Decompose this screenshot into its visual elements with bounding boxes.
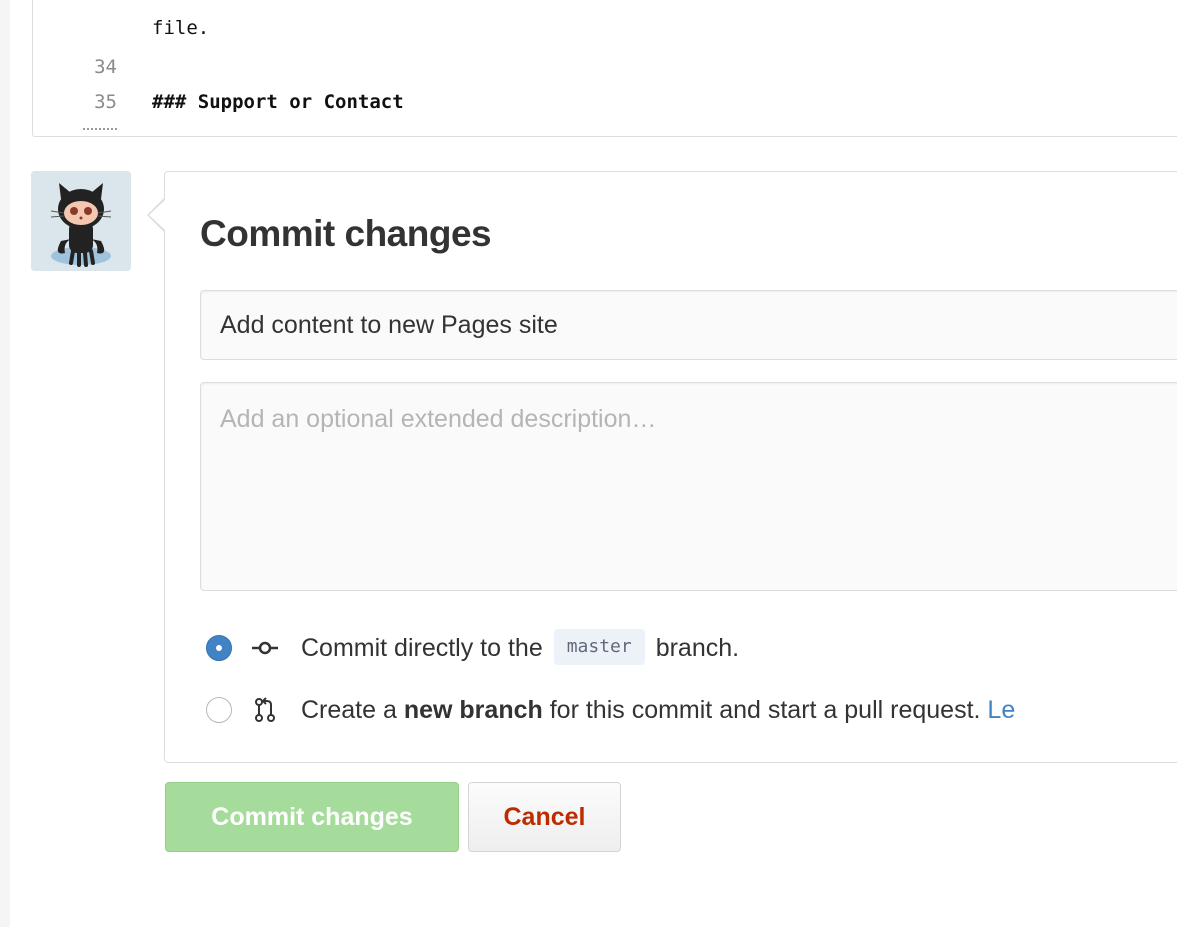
cancel-button[interactable]: Cancel — [468, 782, 621, 852]
line-number: 34 — [94, 56, 117, 78]
git-commit-icon — [252, 641, 278, 655]
git-pull-request-icon — [255, 697, 275, 722]
code-line: 35 ### Support or Contact — [33, 84, 1177, 120]
commit-direct-label: Commit directly to the master branch. — [301, 628, 739, 668]
commit-direct-suffix: branch. — [655, 634, 740, 662]
page-gutter — [0, 0, 10, 927]
commit-title: Commit changes — [200, 213, 492, 254]
commit-direct-radio[interactable] — [206, 635, 232, 661]
avatar[interactable] — [31, 171, 131, 271]
new-branch-label: Create a new branch for this commit and … — [301, 690, 1015, 730]
learn-more-link[interactable]: Le — [987, 696, 1015, 724]
octocat-avatar-icon — [31, 171, 131, 271]
commit-summary-input[interactable] — [200, 290, 1177, 360]
new-branch-suffix: for this commit and start a pull request… — [549, 696, 981, 724]
commit-changes-button[interactable]: Commit changes — [165, 782, 459, 852]
commit-direct-prefix: Commit directly to the — [301, 634, 543, 662]
code-line: file. — [33, 10, 1177, 46]
line-number: 35 — [94, 91, 117, 113]
comment-pointer-fill — [149, 200, 165, 230]
cut-off-line-number — [83, 128, 117, 133]
commit-description-textarea[interactable] — [200, 382, 1177, 591]
branch-name-tag: master — [553, 629, 645, 666]
new-branch-bold: new branch — [403, 696, 543, 724]
line-content: file. — [152, 17, 210, 39]
line-content: ### Support or Contact — [152, 91, 404, 113]
code-line: 34 — [33, 49, 1177, 85]
new-branch-prefix: Create a — [301, 696, 397, 724]
code-editor[interactable]: file. 34 35 ### Support or Contact — [32, 0, 1177, 137]
new-branch-radio[interactable] — [206, 697, 232, 723]
